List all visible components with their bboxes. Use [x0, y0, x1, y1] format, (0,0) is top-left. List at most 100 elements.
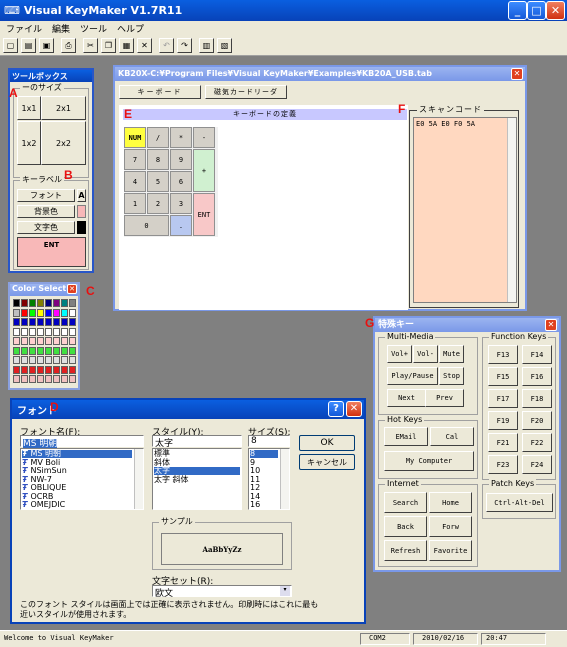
keypad-key[interactable]: 5 [147, 171, 169, 192]
fg-color-button[interactable]: 文字色 [17, 221, 75, 234]
color-swatch[interactable] [21, 308, 28, 317]
color-swatch[interactable] [29, 308, 36, 317]
menu-edit[interactable]: 編集 [52, 22, 70, 35]
color-swatch[interactable] [45, 308, 52, 317]
color-swatch[interactable] [53, 337, 60, 345]
size-list[interactable]: 8 9 10 11 12 14 16 [248, 448, 290, 510]
size-1x1-button[interactable]: 1x1 [17, 96, 41, 120]
color-swatch[interactable] [69, 365, 76, 374]
keypad-key[interactable]: / [147, 127, 169, 148]
function-key[interactable]: F17 [488, 389, 518, 408]
paste-icon[interactable]: ▦ [119, 38, 134, 53]
color-swatch[interactable] [21, 365, 28, 374]
size-input[interactable]: 8 [248, 435, 290, 447]
maximize-button[interactable]: □ [527, 1, 546, 20]
color-swatch[interactable] [69, 375, 76, 383]
copy-icon[interactable]: ❐ [101, 38, 116, 53]
keypad-key[interactable]: ENT [193, 193, 215, 236]
function-key[interactable]: F23 [488, 455, 518, 474]
color-swatch[interactable] [53, 365, 60, 374]
internet-key[interactable]: Back [384, 516, 427, 537]
hot-key[interactable]: EMail [384, 427, 428, 446]
font-name-input[interactable]: MS 明朝 [20, 435, 144, 449]
color-swatch[interactable] [29, 327, 36, 336]
redo-icon[interactable]: ↷ [177, 38, 192, 53]
new-icon[interactable]: ▢ [3, 38, 18, 53]
print-icon[interactable]: ⎙ [61, 38, 76, 53]
color-swatch[interactable] [21, 337, 28, 345]
size-list-item[interactable]: 12 [250, 484, 278, 492]
color-swatch[interactable] [69, 299, 76, 307]
color-swatch[interactable] [37, 356, 44, 364]
color-swatch[interactable] [69, 318, 76, 326]
multimedia-key[interactable]: Play/Pause [387, 367, 438, 385]
color-swatch[interactable] [45, 337, 52, 345]
font-list-scrollbar[interactable] [134, 449, 143, 509]
style-input[interactable]: 太字 [152, 435, 242, 449]
internet-key[interactable]: Favorite [429, 540, 472, 561]
color-swatch[interactable] [37, 375, 44, 383]
color-swatch[interactable] [21, 356, 28, 364]
menu-help[interactable]: ヘルプ [117, 22, 144, 35]
color-swatch[interactable] [29, 337, 36, 345]
multimedia-key[interactable]: Prev [425, 389, 464, 407]
color-swatch[interactable] [21, 327, 28, 336]
color-swatch[interactable] [29, 375, 36, 383]
color-swatch[interactable] [29, 356, 36, 364]
scan-code-box[interactable]: E0 5A E0 F0 5A [413, 117, 517, 303]
menu-tool[interactable]: ツール [80, 22, 107, 35]
multimedia-key[interactable]: Vol- [413, 345, 438, 363]
color-swatch[interactable] [37, 308, 44, 317]
color-swatch[interactable] [61, 299, 68, 307]
color-swatch[interactable] [53, 356, 60, 364]
font-list-item[interactable]: Ŧ OMEJDIC [22, 501, 132, 509]
color-swatch[interactable] [21, 375, 28, 383]
style-list-item[interactable]: 太字 斜体 [154, 475, 240, 484]
tab-card-reader[interactable]: 磁気カードリーダ [205, 85, 287, 99]
color-swatch[interactable] [45, 299, 52, 307]
font-dialog-close[interactable]: ✕ [346, 401, 362, 417]
size-list-scrollbar[interactable] [280, 449, 289, 509]
color-swatch[interactable] [29, 346, 36, 355]
color-swatch[interactable] [69, 327, 76, 336]
internet-key[interactable]: Search [384, 492, 427, 513]
export-icon[interactable]: ▧ [217, 38, 232, 53]
function-key[interactable]: F20 [522, 411, 552, 430]
keypad-key[interactable]: NUM [124, 127, 146, 148]
function-key[interactable]: F16 [522, 367, 552, 386]
color-swatch[interactable] [61, 346, 68, 355]
color-swatch[interactable] [53, 318, 60, 326]
keypad-key[interactable]: 7 [124, 149, 146, 170]
internet-key[interactable]: Home [429, 492, 472, 513]
color-swatch[interactable] [53, 375, 60, 383]
color-swatch[interactable] [61, 318, 68, 326]
function-key[interactable]: F15 [488, 367, 518, 386]
open-icon[interactable]: ▤ [21, 38, 36, 53]
function-key[interactable]: F24 [522, 455, 552, 474]
color-swatch[interactable] [13, 337, 20, 345]
color-swatch[interactable] [13, 356, 20, 364]
bg-color-button[interactable]: 背景色 [17, 205, 75, 218]
keypad-key[interactable]: 2 [147, 193, 169, 214]
style-list-item[interactable]: 太字 [154, 467, 240, 475]
keypad-key[interactable]: 4 [124, 171, 146, 192]
delete-icon[interactable]: ✕ [137, 38, 152, 53]
function-key[interactable]: F13 [488, 345, 518, 364]
color-swatch[interactable] [61, 375, 68, 383]
special-keys-close[interactable]: ✕ [545, 319, 557, 331]
color-swatch[interactable] [29, 318, 36, 326]
font-button[interactable]: フォント [17, 189, 75, 202]
color-swatch[interactable] [69, 346, 76, 355]
internet-key[interactable]: Forw [429, 516, 472, 537]
color-swatch[interactable] [13, 327, 20, 336]
ctrl-alt-del-key[interactable]: Ctrl-Alt-Del [486, 493, 553, 512]
cancel-button[interactable]: キャンセル [299, 454, 355, 470]
keypad-key[interactable]: 1 [124, 193, 146, 214]
layout-icon[interactable]: ▥ [199, 38, 214, 53]
color-swatch[interactable] [13, 308, 20, 317]
keypad-key[interactable]: 0 [124, 215, 169, 236]
undo-icon[interactable]: ↶ [159, 38, 174, 53]
document-close[interactable]: ✕ [511, 68, 523, 80]
color-swatch[interactable] [45, 327, 52, 336]
color-swatch[interactable] [21, 299, 28, 307]
